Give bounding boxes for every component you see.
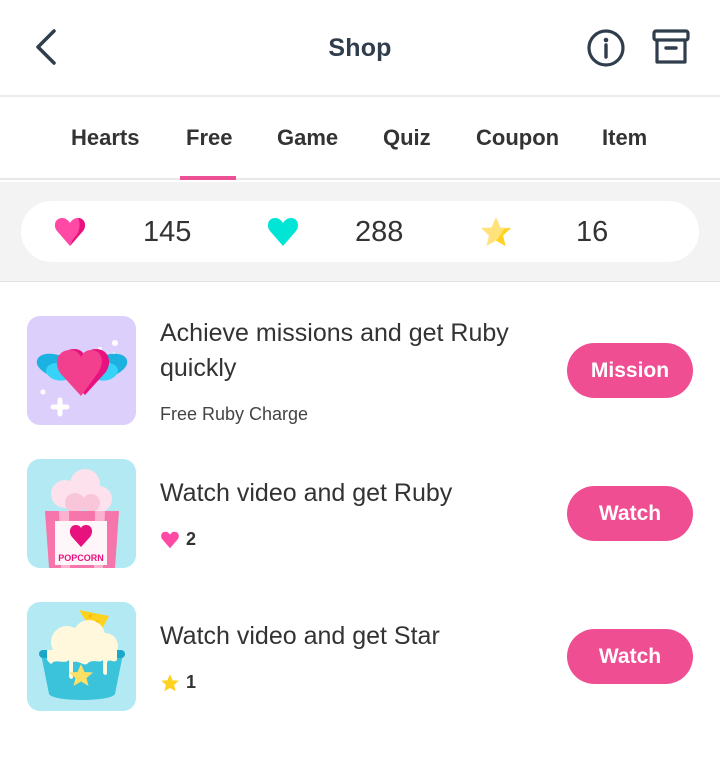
info-icon	[587, 29, 625, 67]
list-item: Achieve missions and get Ruby quickly Fr…	[0, 316, 720, 426]
item-thumbnail: POPCORN	[27, 459, 136, 568]
list-item: POPCORN Watch video and get Ruby 2 Watch	[0, 459, 720, 569]
item-title: Achieve missions and get Ruby quickly	[160, 319, 509, 382]
tab-free[interactable]: Free	[186, 125, 232, 151]
reward-value: 1	[186, 672, 197, 692]
ice-cream-bowl-icon	[39, 610, 125, 700]
reward-value: 2	[186, 529, 197, 549]
balance-bar: 145 288 16	[21, 201, 699, 262]
tab-game[interactable]: Game	[277, 125, 338, 151]
watch-ruby-button[interactable]: Watch	[567, 486, 693, 541]
item-subtitle: Free Ruby Charge	[160, 404, 309, 424]
archive-box-icon	[652, 29, 690, 64]
pink-heart-icon	[54, 218, 86, 246]
item-reward: 2	[160, 529, 196, 550]
active-tab-indicator	[180, 176, 236, 180]
star-icon	[481, 217, 511, 246]
item-title: Watch video and get Ruby	[160, 479, 453, 507]
mint-balance: 288	[355, 216, 404, 248]
list-item: Watch video and get Star 1 Watch	[0, 602, 720, 712]
app-header: Shop	[0, 0, 720, 97]
star-icon	[161, 673, 179, 691]
tab-quiz[interactable]: Quiz	[383, 125, 431, 151]
winged-heart-icon	[36, 340, 128, 417]
watch-star-button[interactable]: Watch	[567, 629, 693, 684]
balance-section: 145 288 16	[0, 182, 720, 282]
mission-button[interactable]: Mission	[567, 343, 693, 398]
item-reward: 1	[160, 672, 196, 693]
category-tabs: Hearts Free Game Quiz Coupon Item	[0, 99, 720, 180]
star-balance: 16	[576, 216, 609, 248]
tab-item[interactable]: Item	[602, 125, 647, 151]
tab-coupon[interactable]: Coupon	[476, 125, 559, 151]
popcorn-label: POPCORN	[58, 553, 104, 563]
ruby-balance: 145	[143, 216, 192, 248]
info-button[interactable]	[586, 28, 626, 68]
item-thumbnail	[27, 602, 136, 711]
item-thumbnail	[27, 316, 136, 425]
item-title: Watch video and get Star	[160, 622, 440, 650]
pink-heart-icon	[161, 531, 179, 548]
archive-button[interactable]	[651, 28, 691, 68]
tab-hearts[interactable]: Hearts	[71, 125, 139, 151]
teal-heart-icon	[267, 218, 299, 246]
popcorn-icon: POPCORN	[45, 469, 119, 568]
